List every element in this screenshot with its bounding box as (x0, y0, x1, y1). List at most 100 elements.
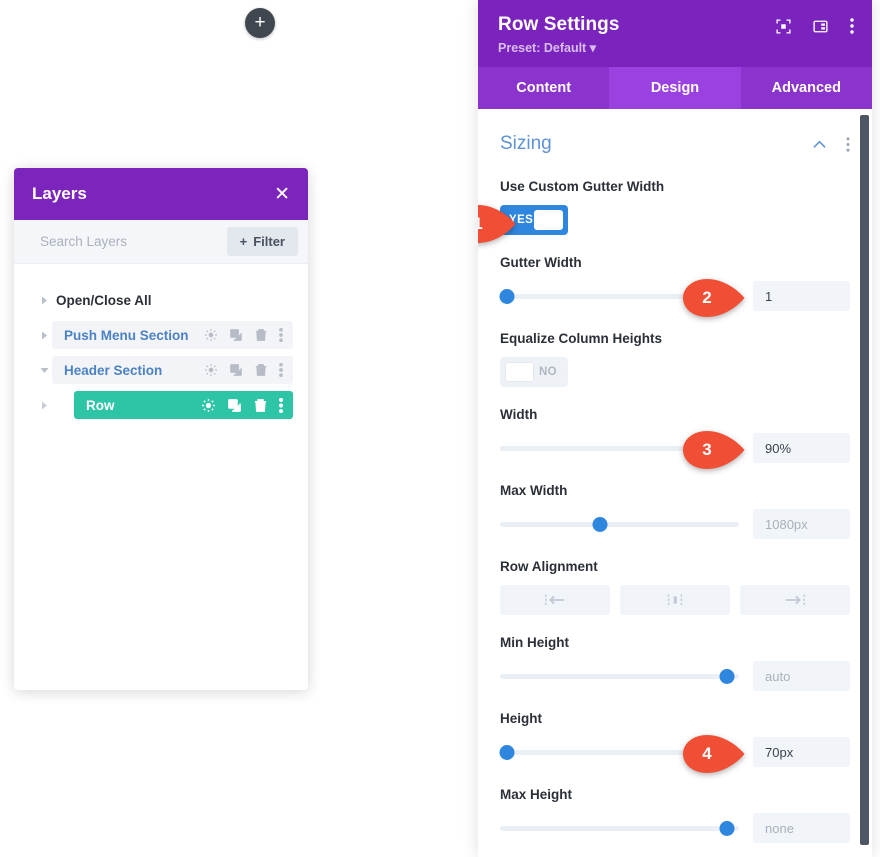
use-custom-gutter-width-toggle[interactable]: YES (500, 205, 568, 235)
gutter-width-slider[interactable] (499, 288, 739, 304)
slider-handle[interactable] (719, 669, 735, 684)
chevron-down-icon[interactable] (36, 367, 52, 374)
add-section-button[interactable]: + (245, 8, 275, 38)
more-options-icon[interactable] (279, 363, 283, 377)
toggle-knob (534, 210, 563, 230)
more-options-icon[interactable] (850, 18, 854, 34)
equalize-column-heights-toggle[interactable]: NO (500, 357, 568, 387)
layer-open-close-all[interactable]: Open/Close All (14, 286, 308, 314)
slider-handle[interactable] (707, 441, 723, 456)
height-value[interactable]: 70px (753, 737, 850, 767)
row-align-left-button[interactable] (500, 585, 610, 615)
chevron-right-icon[interactable] (36, 401, 52, 410)
layers-panel-title: Layers (32, 184, 87, 203)
min-height-slider[interactable] (500, 668, 739, 684)
max-height-value[interactable]: none (753, 813, 850, 843)
height-slider[interactable] (499, 744, 739, 760)
duplicate-icon[interactable] (227, 398, 242, 413)
duplicate-icon[interactable] (229, 328, 243, 342)
filter-button[interactable]: + Filter (226, 227, 298, 256)
settings-tabs: Content Design Advanced (478, 67, 872, 109)
row-align-center-button[interactable] (620, 585, 730, 615)
field-row-alignment: Row Alignment (500, 559, 850, 615)
slider-handle[interactable] (499, 289, 515, 304)
more-options-icon[interactable] (279, 397, 283, 413)
duplicate-icon[interactable] (229, 363, 243, 377)
field-max-width: Max Width 1080px (500, 483, 850, 539)
trash-icon[interactable] (254, 363, 268, 377)
settings-modal-header: Row Settings Preset: Default ▾ (478, 0, 872, 67)
sizing-section-header: Sizing (500, 133, 850, 155)
layer-name: Push Menu Section (64, 327, 189, 343)
search-input[interactable] (40, 234, 227, 249)
align-left-icon (545, 594, 565, 606)
trash-icon[interactable] (253, 398, 268, 413)
max-height-slider[interactable] (500, 820, 739, 836)
field-label: Height (500, 711, 542, 726)
field-width: Width 90% 3 (500, 407, 850, 469)
slider-track (500, 749, 739, 755)
chevron-right-icon[interactable] (36, 331, 52, 340)
max-width-slider[interactable] (500, 516, 739, 532)
row-settings-modal: Row Settings Preset: Default ▾ Content D… (478, 0, 872, 857)
settings-preset-label: Preset: Default (498, 41, 587, 55)
field-max-height: Max Height none (500, 787, 850, 843)
close-icon[interactable]: ✕ (274, 185, 290, 204)
gutter-width-value[interactable]: 1 (753, 281, 850, 311)
field-equalize-column-heights: Equalize Column Heights NO (500, 331, 850, 387)
row-align-right-button[interactable] (740, 585, 850, 615)
field-label: Gutter Width (500, 255, 582, 270)
layer-pill-header-section[interactable]: Header Section (52, 356, 293, 384)
slider-handle[interactable] (719, 821, 735, 836)
layers-search-bar: + Filter (14, 220, 308, 264)
field-label: Use Custom Gutter Width (500, 179, 665, 194)
field-gutter-width: Gutter Width 1 2 (499, 255, 850, 317)
more-options-icon[interactable] (846, 136, 850, 152)
width-slider[interactable] (500, 440, 739, 456)
section-title: Sizing (500, 133, 552, 154)
toggle-state-label: YES (509, 214, 534, 226)
layout-panel-icon[interactable] (813, 19, 828, 34)
plus-icon: + (239, 234, 248, 249)
gear-icon[interactable] (201, 398, 216, 413)
more-options-icon[interactable] (279, 328, 283, 342)
width-value[interactable]: 90% (753, 433, 850, 463)
layer-pill-push-menu-section[interactable]: Push Menu Section (52, 321, 293, 349)
gear-icon[interactable] (204, 363, 218, 377)
field-label: Equalize Column Heights (500, 331, 663, 346)
slider-track (500, 521, 739, 527)
layers-panel-header: Layers ✕ (14, 168, 308, 220)
align-right-icon (785, 594, 805, 606)
max-width-value[interactable]: 1080px (753, 509, 850, 539)
layer-row[interactable]: Header Section (14, 356, 308, 384)
field-use-custom-gutter-width: Use Custom Gutter Width YES 1 (478, 179, 850, 243)
tab-design[interactable]: Design (609, 67, 741, 109)
tab-content[interactable]: Content (478, 67, 610, 109)
field-label: Max Height (500, 787, 573, 802)
chevron-right-icon[interactable] (36, 296, 52, 305)
chevron-up-icon[interactable] (813, 140, 826, 149)
trash-icon[interactable] (254, 328, 268, 342)
settings-scroll-area: Sizing Use Custom Gutter Width YES Gutte… (478, 109, 872, 857)
settings-scrollbar[interactable] (860, 115, 869, 845)
slider-handle[interactable] (592, 517, 608, 532)
min-height-value[interactable]: auto (753, 661, 850, 691)
focus-icon[interactable] (776, 18, 791, 34)
open-close-all-label: Open/Close All (56, 292, 152, 308)
gear-icon[interactable] (204, 328, 218, 342)
slider-track (500, 825, 739, 831)
layer-pill-row[interactable]: Row (74, 391, 293, 419)
field-height: Height 70px 4 (499, 711, 850, 773)
slider-track (500, 293, 739, 299)
tab-advanced[interactable]: Advanced (740, 67, 872, 109)
layer-name: Row (86, 397, 115, 413)
settings-preset-selector[interactable]: Preset: Default ▾ (498, 40, 852, 55)
editor-canvas: + Layers ✕ + Filter Open/Close All (0, 0, 470, 857)
layer-row[interactable]: Row (14, 391, 308, 419)
slider-track (500, 673, 739, 679)
slider-handle[interactable] (499, 745, 515, 760)
filter-button-label: Filter (253, 234, 285, 249)
toggle-knob (505, 362, 534, 382)
layer-row[interactable]: Push Menu Section (14, 321, 308, 349)
plus-icon: + (254, 11, 266, 33)
